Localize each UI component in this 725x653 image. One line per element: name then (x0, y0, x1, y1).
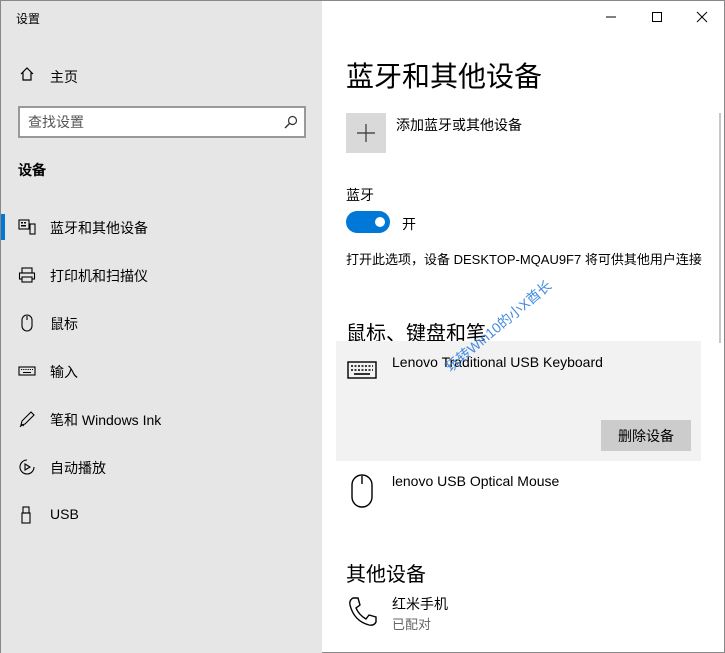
sidebar-item-usb[interactable]: USB (1, 494, 322, 534)
bluetooth-devices-icon (18, 218, 36, 236)
home-label: 主页 (50, 69, 78, 85)
device-name[interactable]: lenovo USB Optical Mouse (392, 473, 559, 489)
device-name: Lenovo Traditional USB Keyboard (392, 354, 603, 370)
minimize-icon (605, 11, 617, 23)
pen-icon (18, 410, 36, 428)
active-indicator (1, 214, 5, 240)
discoverable-text: 打开此选项，设备 DESKTOP-MQAU9F7 将可供其他用户连接 (346, 252, 702, 267)
sidebar-item-label: 自动播放 (50, 460, 106, 476)
maximize-button[interactable] (634, 1, 680, 33)
settings-window: 设置 主页 设备 蓝牙和其他设备 打印机和扫描仪 (0, 0, 725, 653)
sidebar-item-typing[interactable]: 输入 (1, 350, 322, 390)
sidebar-item-label: 打印机和扫描仪 (50, 268, 148, 284)
page-title: 蓝牙和其他设备 (346, 61, 543, 92)
sidebar-item-label: USB (50, 506, 79, 522)
device-status: 已配对 (392, 617, 432, 632)
sidebar-item-label: 蓝牙和其他设备 (50, 220, 148, 236)
close-icon (696, 11, 708, 23)
sidebar: 设置 主页 设备 蓝牙和其他设备 打印机和扫描仪 (1, 1, 322, 653)
printer-icon (18, 266, 36, 284)
keyboard-icon (18, 362, 36, 380)
sidebar-item-printers[interactable]: 打印机和扫描仪 (1, 254, 322, 294)
bluetooth-toggle[interactable] (346, 211, 390, 233)
bluetooth-label: 蓝牙 (346, 187, 374, 203)
search-box[interactable] (18, 106, 306, 138)
sidebar-item-label: 鼠标 (50, 316, 78, 332)
keyboard-icon (346, 354, 378, 386)
device-name[interactable]: 红米手机 (392, 594, 448, 614)
sidebar-item-label: 输入 (50, 364, 78, 380)
close-button[interactable] (679, 1, 725, 33)
sidebar-item-pen[interactable]: 笔和 Windows Ink (1, 398, 322, 438)
sidebar-item-mouse[interactable]: 鼠标 (1, 302, 322, 342)
toggle-knob (375, 217, 385, 227)
autoplay-icon (18, 458, 36, 476)
phone-icon (346, 595, 378, 627)
sidebar-item-autoplay[interactable]: 自动播放 (1, 446, 322, 486)
search-input[interactable] (28, 113, 268, 131)
maximize-icon (651, 11, 663, 23)
home-icon (19, 66, 35, 82)
mouse-icon (18, 314, 36, 332)
plus-icon (356, 123, 376, 143)
remove-device-button[interactable]: 删除设备 (601, 420, 691, 451)
usb-icon (18, 506, 36, 524)
search-icon[interactable] (284, 115, 298, 129)
app-title: 设置 (16, 12, 41, 26)
section-heading-other-devices: 其他设备 (346, 564, 426, 586)
minimize-button[interactable] (588, 1, 634, 33)
section-label-devices: 设备 (18, 162, 46, 178)
add-device-label[interactable]: 添加蓝牙或其他设备 (396, 115, 522, 135)
home-nav-item[interactable]: 主页 (1, 59, 322, 91)
add-device-button[interactable] (346, 113, 386, 153)
bluetooth-state-label: 开 (402, 216, 416, 232)
scrollbar[interactable] (719, 113, 721, 343)
mouse-icon (346, 473, 378, 508)
sidebar-item-bluetooth[interactable]: 蓝牙和其他设备 (1, 206, 322, 246)
sidebar-item-label: 笔和 Windows Ink (50, 412, 162, 428)
